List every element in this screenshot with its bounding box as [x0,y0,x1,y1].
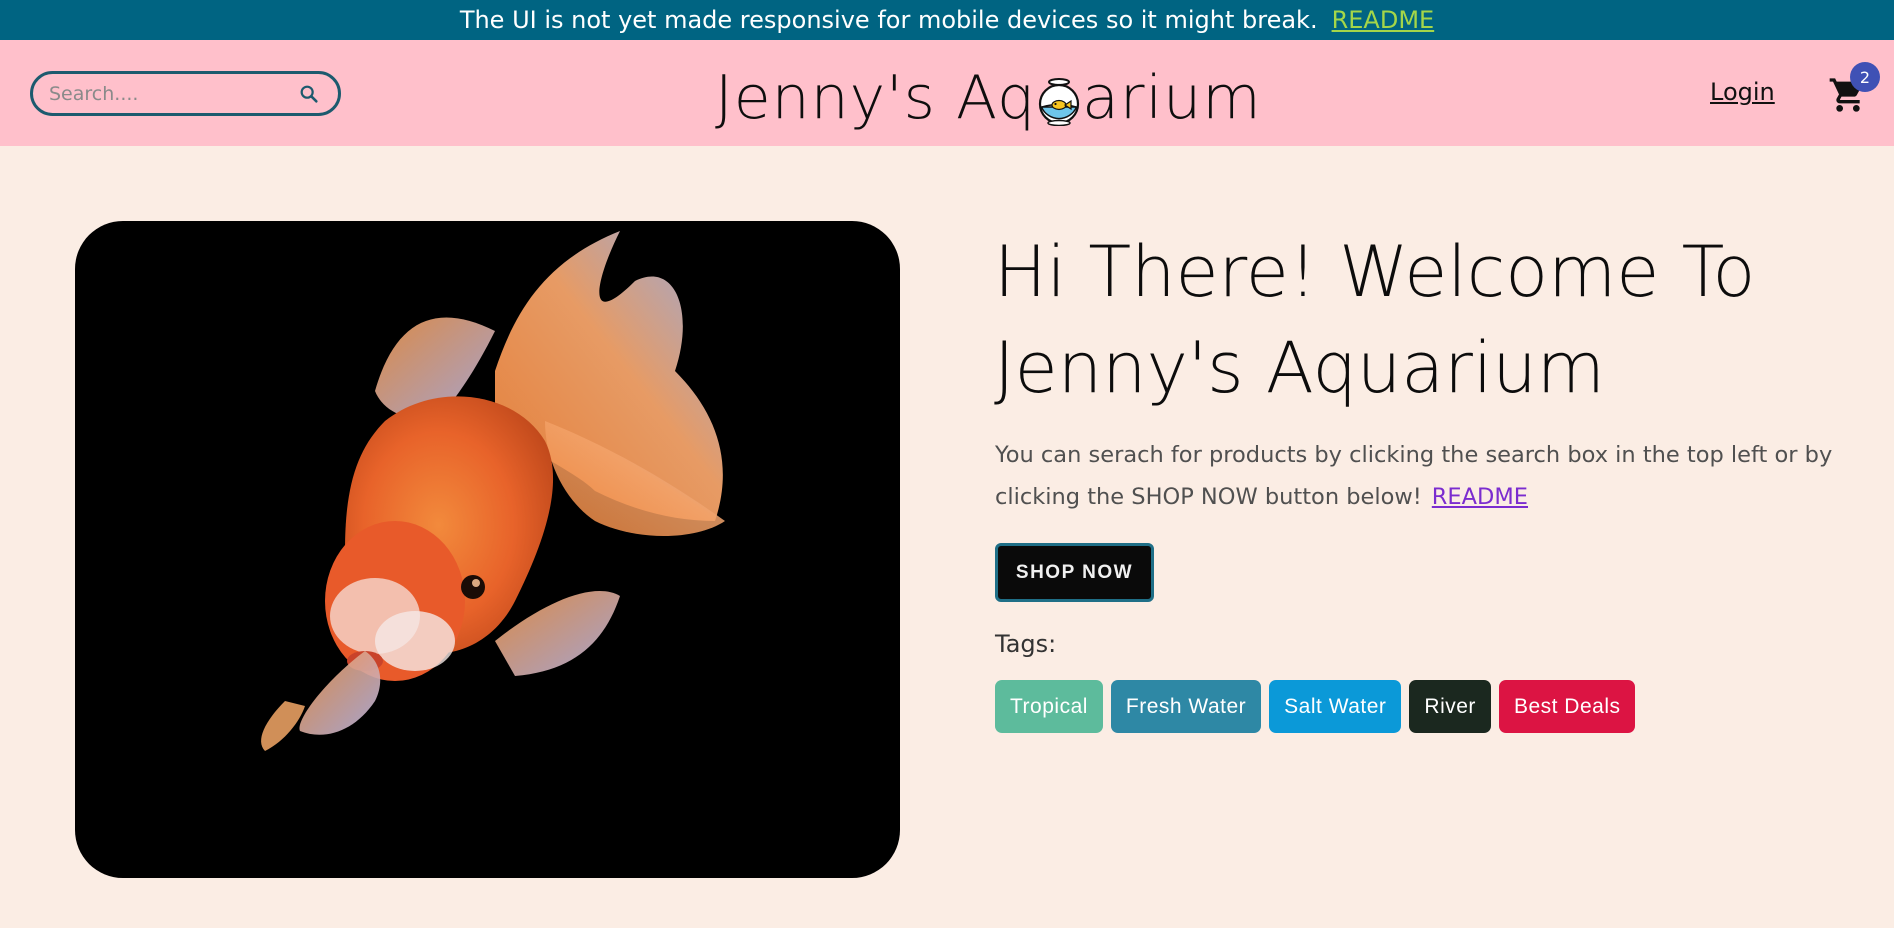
notice-banner: The UI is not yet made responsive for mo… [0,0,1894,40]
fishbowl-icon [1038,78,1080,126]
site-logo[interactable]: Jenny's Aq arium [715,58,1262,138]
tags-label: Tags: [995,630,1057,658]
search-input[interactable] [49,82,289,105]
hero-description: You can serach for products by clicking … [995,434,1855,518]
search-icon[interactable] [298,83,320,105]
logo-text-start: Jenny's Aq [715,63,1037,133]
tag-list: Tropical Fresh Water Salt Water River Be… [995,680,1636,733]
tag-fresh-water[interactable]: Fresh Water [1110,680,1262,733]
goldfish-illustration [261,231,725,751]
goldfish-photo [75,221,900,878]
tag-tropical[interactable]: Tropical [995,680,1103,733]
tag-best-deals[interactable]: Best Deals [1498,680,1636,733]
banner-readme-link[interactable]: README [1332,6,1435,34]
hero-readme-link[interactable]: README [1432,484,1528,510]
shop-now-button[interactable]: SHOP NOW [995,543,1154,602]
banner-message: The UI is not yet made responsive for mo… [459,6,1318,34]
site-header: Jenny's Aq arium Login [0,40,1894,146]
cart-count-badge: 2 [1850,62,1880,92]
tag-salt-water[interactable]: Salt Water [1269,680,1402,733]
hero-title: Hi There! Welcome To Jenny's Aquarium [994,231,1756,409]
tag-river[interactable]: River [1409,680,1491,733]
login-link[interactable]: Login [1710,78,1775,106]
logo-text-end: arium [1082,63,1262,133]
search-box[interactable] [30,71,341,116]
hero-description-text: You can serach for products by clicking … [995,442,1833,510]
